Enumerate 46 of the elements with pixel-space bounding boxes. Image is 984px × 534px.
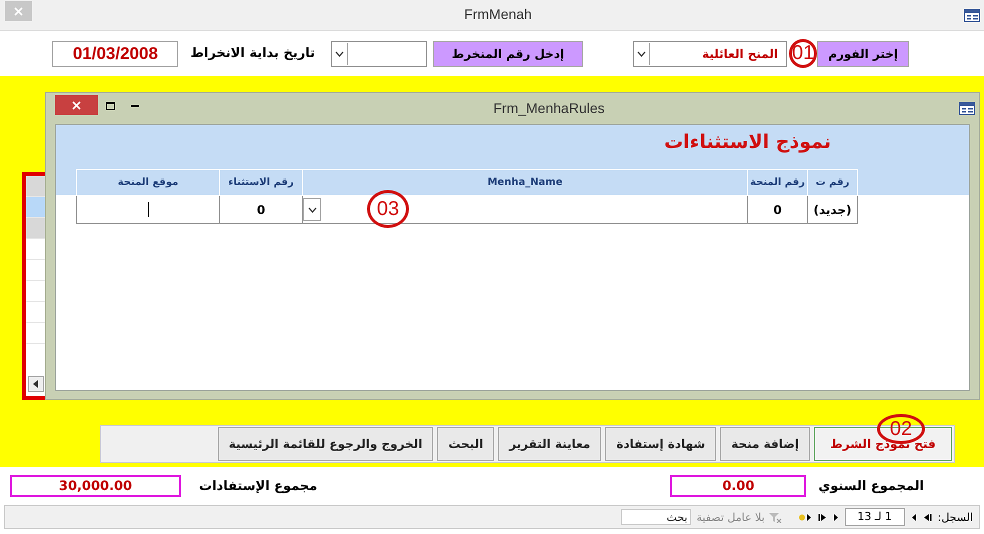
close-icon	[72, 100, 81, 110]
form-button[interactable]: البحث	[437, 427, 494, 461]
record-label: السجل:	[938, 510, 973, 524]
annotation-circle: 03	[367, 190, 409, 228]
restore-icon[interactable]	[106, 102, 115, 110]
start-date-label: تاريخ بداية الانخراط	[190, 46, 315, 61]
grid-row	[26, 218, 45, 239]
column-header: موقع المنحة	[76, 170, 220, 196]
new-record-icon[interactable]	[798, 512, 812, 522]
grid-row	[26, 176, 45, 197]
table-cell[interactable]: 0	[220, 196, 302, 224]
first-record-icon[interactable]	[922, 512, 932, 522]
form-combo[interactable]: المنح العائلية	[632, 40, 787, 66]
member-button[interactable]: إدخل رقم المنخرط	[432, 40, 583, 66]
start-date-field[interactable]: 01/03/2008	[52, 40, 178, 66]
grid-row	[26, 197, 45, 218]
last-record-icon[interactable]	[818, 512, 827, 522]
window-title: FrmMenah	[463, 6, 533, 22]
table-cell[interactable]: 0	[748, 196, 808, 224]
form-icon	[959, 102, 975, 115]
choose-form-button[interactable]: إختر الفورم	[817, 40, 909, 66]
minimize-icon[interactable]	[131, 104, 139, 106]
previous-record-icon[interactable]	[910, 512, 917, 522]
close-icon	[14, 6, 23, 16]
total-field: 30,000.00	[10, 475, 181, 497]
next-record-icon[interactable]	[832, 512, 839, 522]
location-field[interactable]	[76, 196, 220, 224]
form-button[interactable]: شهادة إستفادة	[605, 427, 716, 461]
form-button[interactable]: معاينة التقرير	[498, 427, 602, 461]
column-header: رقم ت	[808, 170, 858, 196]
column-header: Menha_Name	[302, 170, 748, 196]
form-heading: نموذج الاستثناءات	[664, 131, 831, 153]
search-field[interactable]: بحث	[620, 509, 690, 525]
scroll-left-icon[interactable]	[28, 376, 44, 392]
form-button[interactable]: الخروج والرجوع للقائمة الرئيسية	[218, 427, 434, 461]
form-button[interactable]: إضافة منحة	[720, 427, 810, 461]
total-label: المجموع السنوي	[818, 478, 924, 494]
table-cell: (جديد)	[808, 196, 858, 224]
name-combo[interactable]	[302, 196, 748, 224]
record-position-field[interactable]: 1 لـ 13	[844, 508, 905, 526]
total-label: مجموع الإستفادات	[199, 478, 318, 494]
close-button[interactable]	[55, 94, 98, 114]
form-icon	[964, 8, 980, 22]
total-field: 0.00	[670, 475, 806, 497]
subwindow-title: Frm_MenhaRules	[492, 100, 606, 116]
filter-icon	[768, 512, 782, 522]
